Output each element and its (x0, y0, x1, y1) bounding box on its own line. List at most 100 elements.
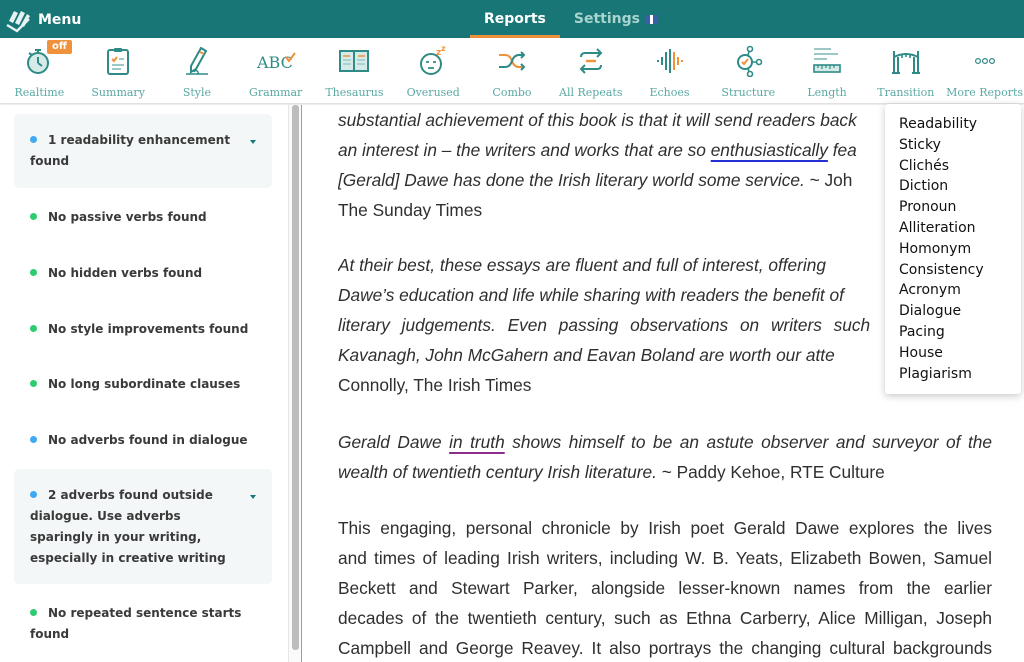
text-segment: ~ Joh (804, 170, 853, 190)
app-logo-icon (6, 11, 30, 33)
readability-highlight[interactable]: in truth (449, 432, 505, 452)
sleepy-face-icon: zz (413, 42, 453, 80)
status-dot-blue (30, 491, 37, 498)
tool-summary-label: Summary (91, 86, 145, 99)
menu-item-cliches[interactable]: Clichés (899, 156, 1021, 177)
document-paragraph: This engaging, personal chronicle by Iri… (338, 513, 992, 662)
menu-item-readability[interactable]: Readability (899, 114, 1021, 135)
bridge-icon (886, 42, 926, 80)
sidebar-item-text: No adverbs found in dialogue (48, 433, 248, 447)
pencil-icon (177, 42, 217, 80)
sidebar-item-hidden-verbs[interactable]: No hidden verbs found (14, 263, 272, 284)
ruler-lines-icon (807, 42, 847, 80)
chevron-down-icon[interactable] (250, 495, 256, 499)
tab-reports-label: Reports (484, 11, 546, 27)
status-dot-green (30, 213, 37, 220)
menu-item-homonym[interactable]: Homonym (899, 239, 1021, 260)
sidebar-item-text: No long subordinate clauses (48, 377, 241, 391)
status-dot-blue (30, 136, 37, 143)
sidebar-item-passive-verbs[interactable]: No passive verbs found (14, 207, 272, 228)
adverb-highlight[interactable]: enthusiastically (711, 140, 828, 160)
top-nav: Reports Settings (470, 0, 672, 38)
clipboard-icon (98, 42, 138, 80)
sidebar-item-sentence-starts[interactable]: No repeated sentence starts found (14, 603, 254, 645)
menu-item-acronym[interactable]: Acronym (899, 280, 1021, 301)
menu-item-sticky[interactable]: Sticky (899, 135, 1021, 156)
sidebar-item-text: No repeated sentence starts found (30, 606, 242, 641)
status-dot-blue (30, 436, 37, 443)
tool-echoes[interactable]: Echoes (630, 38, 709, 104)
menu-item-alliteration[interactable]: Alliteration (899, 218, 1021, 239)
status-dot-green (30, 325, 37, 332)
shuffle-icon (492, 42, 532, 80)
tab-settings-label: Settings (573, 11, 640, 27)
more-reports-menu: Readability Sticky Clichés Diction Prono… (885, 104, 1021, 394)
text-segment: wealth of twentieth century Irish litera… (338, 462, 657, 482)
more-dots-icon (965, 42, 1005, 80)
tool-length-label: Length (807, 86, 847, 99)
menu-item-plagiarism[interactable]: Plagiarism (899, 364, 1021, 385)
uk-flag-icon (644, 14, 658, 24)
tool-grammar-label: Grammar (249, 86, 303, 99)
menu-label: Menu (38, 12, 82, 28)
sidebar-item-subordinate-clauses[interactable]: No long subordinate clauses (14, 374, 272, 395)
text-segment: shows himself to be an astute observer a… (504, 432, 992, 452)
abc-check-icon: ABC (256, 42, 296, 80)
tool-all-repeats[interactable]: All Repeats (551, 38, 630, 104)
tool-realtime-label: Realtime (14, 86, 65, 99)
reports-toolbar: off Realtime Summary Style ABC Grammar T… (0, 38, 1024, 104)
sidebar-item-adverbs-outside-dialogue[interactable]: 2 adverbs found outside dialogue. Use ad… (14, 469, 272, 584)
sidebar-item-style-improvements[interactable]: No style improvements found (14, 319, 272, 340)
text-line: This engaging, personal chronicle by Iri… (338, 518, 992, 538)
tool-thesaurus-label: Thesaurus (325, 86, 384, 99)
sidebar-item-text: No passive verbs found (48, 210, 207, 224)
tool-structure-label: Structure (721, 86, 776, 99)
status-dot-green (30, 269, 37, 276)
tool-realtime[interactable]: off Realtime (0, 38, 79, 104)
tool-structure[interactable]: Structure (709, 38, 788, 104)
svg-text:ABC: ABC (256, 53, 293, 72)
text-line: and times of leading Irish writers, incl… (338, 548, 992, 568)
status-dot-green (30, 609, 37, 616)
tool-transition[interactable]: Transition (866, 38, 945, 104)
tool-grammar[interactable]: ABC Grammar (236, 38, 315, 104)
tab-settings[interactable]: Settings (560, 0, 672, 38)
sidebar-scrollbar-thumb[interactable] (292, 105, 299, 650)
tool-style[interactable]: Style (158, 38, 237, 104)
sidebar-item-text: No style improvements found (48, 322, 249, 336)
sidebar-item-text: 1 readability enhancement found (30, 133, 231, 168)
tool-overused-label: Overused (406, 86, 460, 99)
menu-item-consistency[interactable]: Consistency (899, 260, 1021, 281)
svg-text:z: z (441, 45, 446, 53)
tool-more-reports[interactable]: More Reports (945, 38, 1024, 104)
tab-reports[interactable]: Reports (470, 0, 560, 38)
text-line: Campbell and George Reavey. It also port… (338, 638, 992, 658)
menu-item-diction[interactable]: Diction (899, 176, 1021, 197)
sidebar-item-readability[interactable]: 1 readability enhancement found (14, 114, 272, 188)
tool-style-label: Style (182, 86, 212, 99)
text-segment: ~ Paddy Kehoe, RTE Culture (656, 462, 885, 482)
tool-length[interactable]: Length (788, 38, 867, 104)
sidebar-item-dialogue-adverbs[interactable]: No adverbs found in dialogue (14, 430, 272, 451)
menu-item-house[interactable]: House (899, 343, 1021, 364)
sound-wave-icon (650, 42, 690, 80)
realtime-off-badge: off (47, 40, 72, 54)
text-segment: Gerald Dawe (338, 432, 450, 452)
menu-item-pronoun[interactable]: Pronoun (899, 197, 1021, 218)
tool-summary[interactable]: Summary (79, 38, 158, 104)
menu-item-dialogue[interactable]: Dialogue (899, 301, 1021, 322)
tool-thesaurus[interactable]: Thesaurus (315, 38, 394, 104)
document-paragraph: Gerald Dawe in truth shows himself to be… (338, 427, 992, 487)
top-bar: Menu Reports Settings (0, 0, 1024, 38)
report-sidebar: 1 readability enhancement found No passi… (0, 105, 288, 662)
tool-overused[interactable]: zz Overused (394, 38, 473, 104)
tool-combo[interactable]: Combo (473, 38, 552, 104)
tool-echoes-label: Echoes (649, 86, 690, 99)
chevron-down-icon[interactable] (250, 140, 256, 144)
sidebar-scrollbar[interactable] (288, 105, 302, 662)
text-segment: an interest in – the writers and works t… (338, 140, 711, 160)
menu-button[interactable]: Menu (4, 6, 81, 34)
text-segment: fea (827, 140, 857, 160)
tool-more-reports-label: More Reports (946, 86, 1024, 99)
menu-item-pacing[interactable]: Pacing (899, 322, 1021, 343)
